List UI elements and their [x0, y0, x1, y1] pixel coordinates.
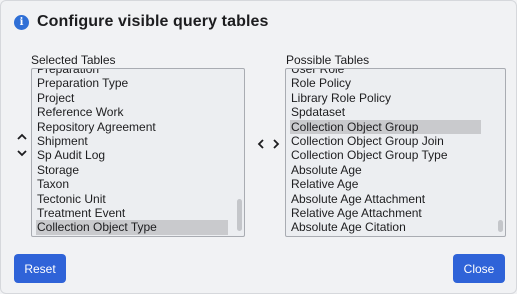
list-item[interactable]: Sp Audit Log: [36, 148, 228, 162]
list-item[interactable]: Shipment: [36, 134, 228, 148]
dialog-header: i Configure visible query tables: [14, 13, 269, 31]
list-item[interactable]: Absolute Age: [290, 163, 481, 177]
list-item[interactable]: Tectonic Unit: [36, 192, 228, 206]
list-item[interactable]: Absolute Age Attachment: [290, 192, 481, 206]
list-item[interactable]: Taxon: [36, 177, 228, 191]
list-item[interactable]: Collection Object Group Join: [290, 134, 481, 148]
possible-tables-items: User Role Role Policy Library Role Policy S…: [290, 69, 481, 235]
move-up-icon[interactable]: [15, 129, 29, 143]
move-left-icon[interactable]: [253, 137, 267, 151]
selected-tables-items: Preparation Preparation Type Project Refere…: [36, 69, 228, 235]
list-item[interactable]: Collection Object Type: [36, 220, 228, 235]
list-item[interactable]: Project: [36, 91, 228, 105]
list-item[interactable]: User Role: [290, 69, 481, 76]
possible-tables-label: Possible Tables: [286, 53, 370, 67]
dialog-title: Configure visible query tables: [37, 13, 269, 30]
list-item[interactable]: Library Role Policy: [290, 91, 481, 105]
selected-tables-scrollbar[interactable]: [237, 199, 242, 231]
move-right-icon[interactable]: [269, 137, 283, 151]
list-item[interactable]: Relative Age Attachment: [290, 206, 481, 220]
list-item[interactable]: Reference Work: [36, 105, 228, 119]
selected-tables-label: Selected Tables: [31, 53, 116, 67]
list-item[interactable]: Treatment Event: [36, 206, 228, 220]
list-item[interactable]: Spdataset: [290, 105, 481, 119]
list-item[interactable]: Collection Object Group: [290, 119, 481, 134]
list-item[interactable]: Absolute Age Citation: [290, 220, 481, 234]
list-item[interactable]: Collection Object Group Type: [290, 148, 481, 162]
move-down-icon[interactable]: [15, 146, 29, 160]
info-icon: i: [14, 14, 29, 30]
list-item[interactable]: Repository Agreement: [36, 120, 228, 134]
list-item[interactable]: Storage: [36, 163, 228, 177]
list-item[interactable]: Relative Age: [290, 177, 481, 191]
selected-tables-list[interactable]: Preparation Preparation Type Project Refere…: [31, 68, 245, 237]
list-item[interactable]: Preparation: [36, 69, 228, 76]
close-button[interactable]: Close: [453, 254, 505, 283]
reset-button[interactable]: Reset: [14, 254, 66, 283]
list-item[interactable]: Preparation Type: [36, 76, 228, 90]
possible-tables-list[interactable]: User Role Role Policy Library Role Policy S…: [285, 68, 506, 237]
configure-tables-dialog: i Configure visible query tables Selecte…: [0, 0, 517, 294]
list-item[interactable]: Role Policy: [290, 76, 481, 90]
possible-tables-scrollbar[interactable]: [498, 220, 503, 232]
